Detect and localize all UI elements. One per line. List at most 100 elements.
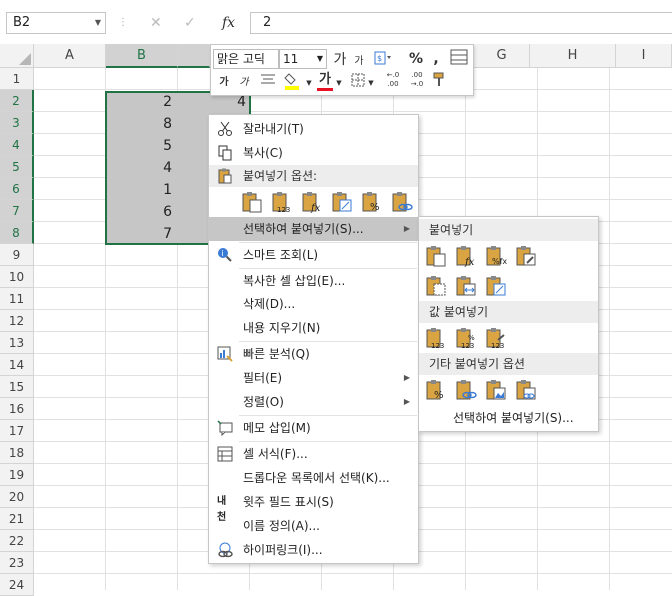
column-header-b[interactable]: B	[106, 44, 178, 68]
column-header-g[interactable]: G	[474, 44, 530, 68]
row-header-5[interactable]: 5	[0, 156, 34, 178]
chevron-down-icon[interactable]: ▼	[335, 73, 343, 93]
grow-font-button[interactable]: 가	[333, 50, 347, 70]
menu-item-paste-special[interactable]: 선택하여 붙여넣기(S)... ▶	[209, 217, 418, 241]
italic-button[interactable]: 가	[237, 73, 251, 93]
column-header-h[interactable]: H	[530, 44, 616, 68]
row-header-19[interactable]: 19	[0, 464, 34, 486]
paste-formulas-icon[interactable]: fx	[455, 245, 477, 267]
paste-formatting-icon[interactable]: %	[425, 379, 447, 401]
fill-color-icon[interactable]	[283, 71, 305, 91]
cell-b3[interactable]: 8	[106, 113, 176, 135]
paste-icon[interactable]	[241, 191, 263, 213]
paste-transpose-icon[interactable]	[485, 275, 507, 297]
row-header-23[interactable]: 23	[0, 552, 34, 574]
row-header-4[interactable]: 4	[0, 134, 34, 156]
paste-picture-icon[interactable]	[485, 379, 507, 401]
enter-icon[interactable]: ✓	[184, 12, 196, 34]
row-header-18[interactable]: 18	[0, 442, 34, 464]
cell-b5[interactable]: 4	[106, 157, 176, 179]
paste-values-source-formatting-icon[interactable]: 123	[485, 327, 507, 349]
row-header-6[interactable]: 6	[0, 178, 34, 200]
row-header-3[interactable]: 3	[0, 112, 34, 134]
row-header-17[interactable]: 17	[0, 420, 34, 442]
paste-linked-picture-icon[interactable]	[515, 379, 537, 401]
menu-item-delete[interactable]: 삭제(D)...	[209, 292, 418, 316]
align-center-icon[interactable]	[259, 73, 277, 93]
column-header-i[interactable]: I	[616, 44, 672, 68]
cell-b4[interactable]: 5	[106, 135, 176, 157]
menu-item-format-cells[interactable]: 셀 서식(F)...	[209, 442, 418, 466]
menu-item-filter[interactable]: 필터(E) ▶	[209, 366, 418, 390]
paste-no-borders-icon[interactable]	[425, 275, 447, 297]
chevron-down-icon[interactable]: ▼	[367, 73, 375, 93]
font-size-box[interactable]: 11 ▼	[279, 49, 327, 69]
cell-b2[interactable]: 2	[106, 91, 176, 113]
menu-item-phonetic[interactable]: 내천 윗주 필드 표시(S)	[209, 490, 418, 523]
paste-link-icon[interactable]	[391, 191, 413, 213]
row-header-8[interactable]: 8	[0, 222, 34, 244]
paste-formatting-icon[interactable]: %	[361, 191, 383, 213]
cancel-icon[interactable]: ✕	[150, 12, 162, 34]
accounting-format-icon[interactable]: $	[371, 49, 395, 69]
paste-transpose-icon[interactable]	[331, 191, 353, 213]
menu-item-smart-lookup[interactable]: i 스마트 조회(L)	[209, 243, 418, 267]
format-painter-icon[interactable]	[431, 71, 449, 91]
menu-item-hyperlink[interactable]: 하이퍼링크(I)...	[209, 538, 418, 562]
paste-values-icon[interactable]: 123	[271, 191, 293, 213]
cell-b7[interactable]: 6	[106, 201, 176, 223]
menu-item-define-name[interactable]: 이름 정의(A)...	[209, 514, 418, 538]
row-header-21[interactable]: 21	[0, 508, 34, 530]
paste-formulas-number-format-icon[interactable]: %fx	[485, 245, 507, 267]
column-header-c[interactable]	[178, 44, 210, 68]
menu-item-quick-analysis[interactable]: 빠른 분석(Q)	[209, 342, 418, 366]
row-header-1[interactable]: 1	[0, 68, 34, 90]
menu-item-insert-comment[interactable]: 메모 삽입(M)	[209, 416, 418, 440]
row-header-24[interactable]: 24	[0, 574, 34, 596]
cell-b6[interactable]: 1	[106, 179, 176, 201]
bold-button[interactable]: 가	[217, 73, 231, 93]
select-all-button[interactable]	[0, 44, 34, 68]
paste-values-icon[interactable]: 123	[425, 327, 447, 349]
row-header-9[interactable]: 9	[0, 244, 34, 266]
row-header-20[interactable]: 20	[0, 486, 34, 508]
menu-item-cut[interactable]: 잘라내기(T)	[209, 117, 418, 141]
font-name-box[interactable]: 맑은 고딕	[213, 49, 279, 69]
submenu-item-paste-special[interactable]: 선택하여 붙여넣기(S)...	[419, 407, 598, 429]
paste-keep-source-formatting-icon[interactable]	[515, 245, 537, 267]
formula-input[interactable]: 2	[250, 12, 672, 34]
insert-function-icon[interactable]: fx	[222, 12, 235, 34]
paste-icon[interactable]	[425, 245, 447, 267]
format-table-icon[interactable]	[449, 49, 469, 69]
paste-link-icon[interactable]	[455, 379, 477, 401]
menu-item-copy[interactable]: 복사(C)	[209, 141, 418, 165]
shrink-font-button[interactable]: 가	[353, 52, 365, 72]
comma-style-button[interactable]: ,	[431, 49, 441, 69]
chevron-down-icon[interactable]: ▼	[317, 50, 323, 68]
percent-style-button[interactable]: %	[409, 49, 423, 69]
row-header-11[interactable]: 11	[0, 288, 34, 310]
cell-b8[interactable]: 7	[106, 223, 176, 245]
paste-keep-column-widths-icon[interactable]	[455, 275, 477, 297]
menu-item-sort[interactable]: 정렬(O) ▶	[209, 390, 418, 414]
row-header-22[interactable]: 22	[0, 530, 34, 552]
increase-decimal-icon[interactable]: ←.0.00	[383, 71, 403, 91]
decrease-decimal-icon[interactable]: .00 →.0	[407, 71, 427, 91]
font-color-button[interactable]: 가	[317, 71, 333, 91]
menu-item-insert-copied[interactable]: 복사한 셀 삽입(E)...	[209, 269, 418, 293]
chevron-down-icon[interactable]: ▼	[305, 73, 313, 93]
paste-formulas-icon[interactable]: fx	[301, 191, 323, 213]
row-header-16[interactable]: 16	[0, 398, 34, 420]
row-header-2[interactable]: 2	[0, 90, 34, 112]
borders-icon[interactable]	[349, 73, 367, 93]
name-box[interactable]: B2 ▼	[6, 12, 106, 34]
menu-item-clear-contents[interactable]: 내용 지우기(N)	[209, 316, 418, 340]
column-header-a[interactable]: A	[34, 44, 106, 68]
chevron-down-icon[interactable]: ▼	[95, 13, 101, 33]
menu-item-pick-from-list[interactable]: 드롭다운 목록에서 선택(K)...	[209, 466, 418, 490]
row-header-12[interactable]: 12	[0, 310, 34, 332]
row-header-13[interactable]: 13	[0, 332, 34, 354]
row-header-14[interactable]: 14	[0, 354, 34, 376]
row-header-15[interactable]: 15	[0, 376, 34, 398]
row-header-10[interactable]: 10	[0, 266, 34, 288]
